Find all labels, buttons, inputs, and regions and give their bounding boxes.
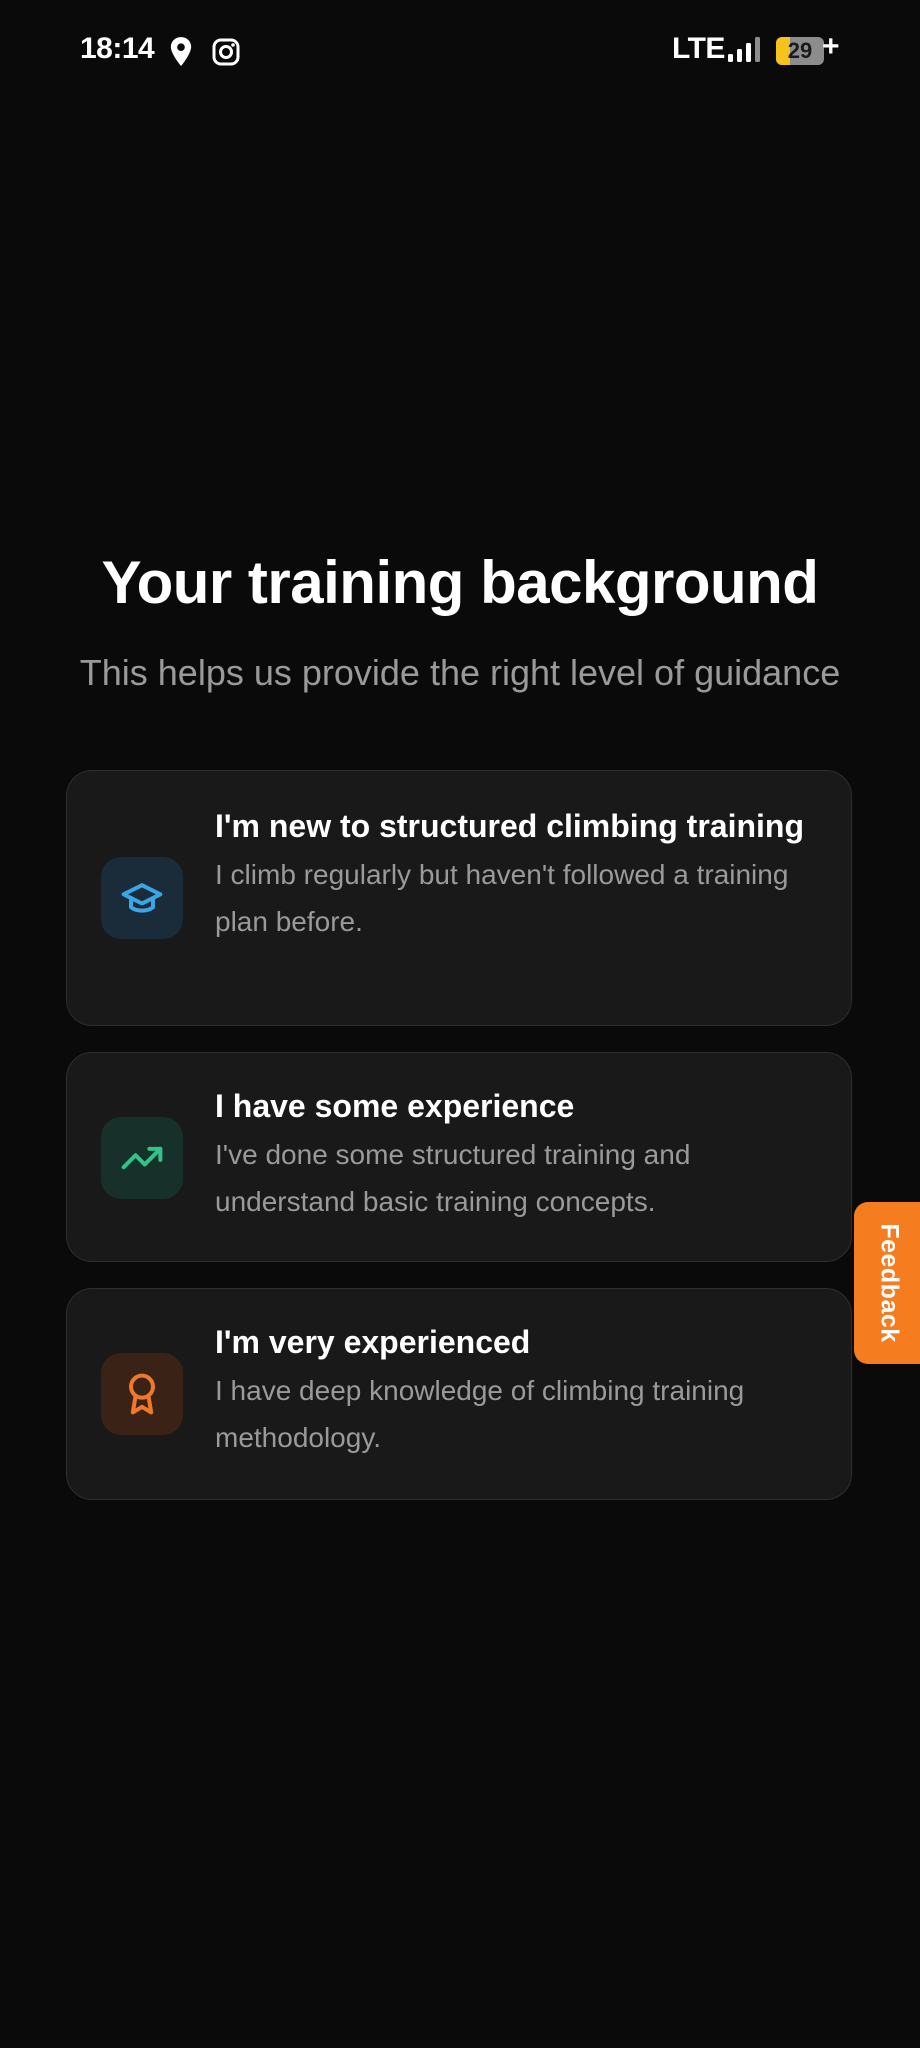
charging-indicator: + xyxy=(822,30,840,63)
trending-up-icon xyxy=(121,1146,163,1170)
award-icon xyxy=(128,1373,156,1415)
option-description: I climb regularly but haven't followed a… xyxy=(215,859,789,937)
location-icon xyxy=(170,37,192,67)
battery-icon: 29 xyxy=(776,37,824,65)
option-icon-box xyxy=(101,1353,183,1435)
option-description: I've done some structured training and u… xyxy=(215,1139,691,1217)
signal-icon xyxy=(728,37,760,62)
option-card-new[interactable]: I'm new to structured climbing training … xyxy=(66,770,852,1026)
option-icon-box xyxy=(101,857,183,939)
status-time: 18:14 xyxy=(80,32,155,65)
option-title: I'm very experienced xyxy=(215,1324,531,1360)
feedback-button[interactable]: Feedback xyxy=(854,1202,920,1364)
onboarding-screen: 18:14 LTE 29 + Your training background … xyxy=(0,0,920,2048)
option-title: I'm new to structured climbing training xyxy=(215,808,804,844)
option-description: I have deep knowledge of climbing traini… xyxy=(215,1375,745,1453)
option-card-some-experience[interactable]: I have some experience I've done some st… xyxy=(66,1052,852,1262)
option-title: I have some experience xyxy=(215,1088,575,1124)
page-subtitle: This helps us provide the right level of… xyxy=(79,652,841,693)
battery-level: 29 xyxy=(787,38,813,63)
graduation-cap-icon xyxy=(121,883,163,913)
page-title: Your training background xyxy=(101,549,819,616)
instagram-icon xyxy=(212,38,240,66)
status-bar: 18:14 LTE 29 + xyxy=(0,0,920,104)
network-type: LTE xyxy=(672,32,725,65)
feedback-label: Feedback xyxy=(875,1223,904,1343)
option-card-very-experienced[interactable]: I'm very experienced I have deep knowled… xyxy=(66,1288,852,1500)
option-icon-box xyxy=(101,1117,183,1199)
